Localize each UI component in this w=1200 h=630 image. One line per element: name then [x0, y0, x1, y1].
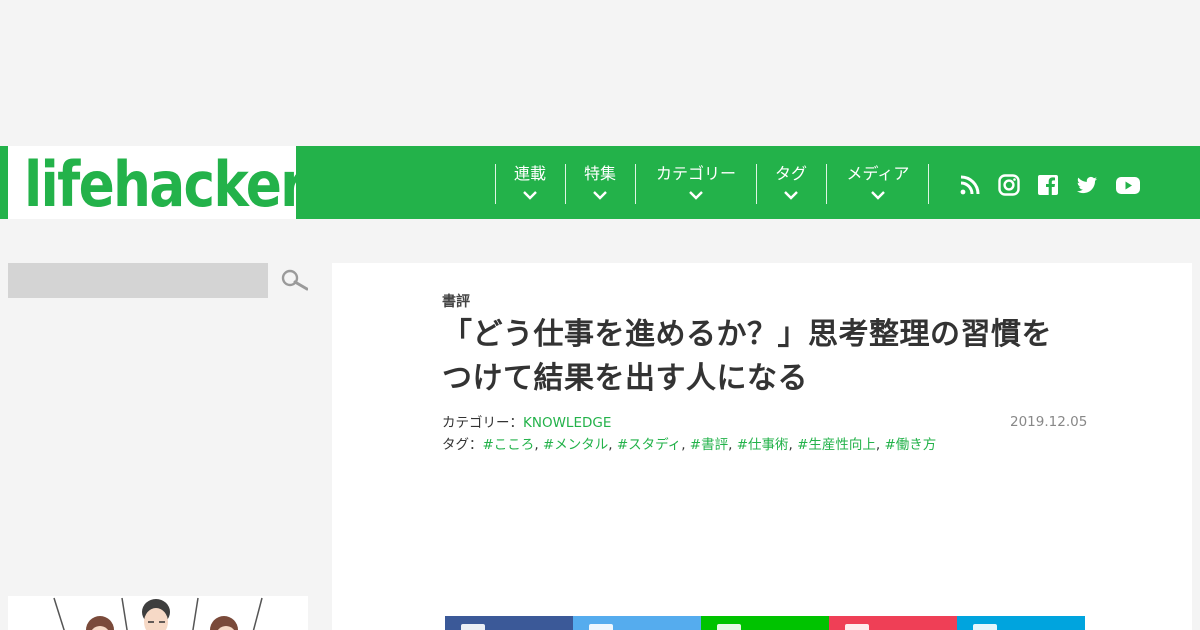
tag-link[interactable]: #書評	[690, 437, 728, 453]
youtube-icon[interactable]	[1115, 173, 1141, 197]
twitter-icon[interactable]	[1075, 173, 1099, 197]
nav-divider	[756, 164, 757, 204]
nav-item-features[interactable]: 特集	[575, 164, 625, 206]
site-logo: lifehacker	[24, 148, 306, 221]
chevron-down-icon	[871, 191, 885, 200]
twitter-share-button[interactable]	[573, 616, 701, 630]
article-tags: タグ：#こころ, #メンタル, #スタディ, #書評, #仕事術, #生産性向上…	[442, 437, 937, 453]
nav-divider	[635, 164, 636, 204]
tag-link[interactable]: #仕事術	[737, 437, 789, 453]
line-share-button[interactable]	[701, 616, 829, 630]
chevron-down-icon	[523, 191, 537, 200]
article-title-line: 「どう仕事を進めるか？」思考整理の習慣を	[442, 317, 1052, 352]
line-icon	[717, 624, 741, 630]
illustration-people-icon	[53, 597, 263, 630]
nav-label: メディア	[846, 164, 910, 183]
category-link[interactable]: KNOWLEDGE	[523, 415, 611, 431]
facebook-share-button[interactable]	[445, 616, 573, 630]
chevron-down-icon	[689, 191, 703, 200]
category-prefix: カテゴリー：	[442, 415, 523, 431]
search-icon[interactable]	[280, 268, 308, 294]
pocket-icon	[845, 624, 869, 630]
facebook-icon	[461, 624, 485, 630]
tag-link[interactable]: #生産性向上	[797, 437, 876, 453]
rss-icon[interactable]	[958, 173, 982, 197]
nav-divider	[826, 164, 827, 204]
nav-item-tags[interactable]: タグ	[766, 164, 816, 206]
article-title-line: つけて結果を出す人になる	[442, 361, 808, 396]
hatena-icon	[973, 624, 997, 630]
main-nav: 連載 特集 カテゴリー タグ メディア	[296, 146, 1200, 219]
nav-label: 連載	[513, 164, 546, 183]
article-title: 「どう仕事を進めるか？」思考整理の習慣を つけて結果を出す人になる	[442, 313, 1082, 401]
article-category-label: 書評	[442, 294, 470, 310]
sidebar-ad-illustration[interactable]	[8, 596, 308, 630]
nav-label: カテゴリー	[655, 164, 736, 183]
tag-link[interactable]: #働き方	[885, 437, 937, 453]
nav-divider	[565, 164, 566, 204]
chevron-down-icon	[593, 191, 607, 200]
hatena-share-button[interactable]	[957, 616, 1085, 630]
tag-link[interactable]: #メンタル	[543, 437, 608, 453]
share-buttons	[445, 616, 1085, 630]
article-card: 書評 「どう仕事を進めるか？」思考整理の習慣を つけて結果を出す人になる カテゴ…	[332, 263, 1192, 630]
page: lifehacker 連載 特集 カテゴリー タグ メディア 書評 「どう仕事を…	[0, 0, 1200, 630]
twitter-icon	[589, 624, 613, 630]
tags-prefix: タグ：	[442, 437, 483, 453]
search-input[interactable]	[8, 263, 268, 298]
nav-item-categories[interactable]: カテゴリー	[646, 164, 746, 206]
nav-label: 特集	[583, 164, 616, 183]
tag-link[interactable]: #こころ	[483, 437, 535, 453]
tag-link[interactable]: #スタディ	[617, 437, 681, 453]
article-category-meta: カテゴリー：KNOWLEDGE	[442, 411, 611, 431]
nav-item-media[interactable]: メディア	[836, 164, 920, 206]
instagram-icon[interactable]	[997, 173, 1021, 197]
brand-accent-bar	[0, 146, 8, 219]
article-date: 2019.12.05	[1010, 414, 1088, 430]
nav-divider	[495, 164, 496, 204]
facebook-icon[interactable]	[1036, 173, 1060, 197]
nav-item-series[interactable]: 連載	[505, 164, 555, 206]
chevron-down-icon	[784, 191, 798, 200]
nav-divider	[928, 164, 929, 204]
logo-link[interactable]: lifehacker	[8, 146, 306, 221]
nav-label: タグ	[774, 164, 807, 183]
pocket-share-button[interactable]	[829, 616, 957, 630]
